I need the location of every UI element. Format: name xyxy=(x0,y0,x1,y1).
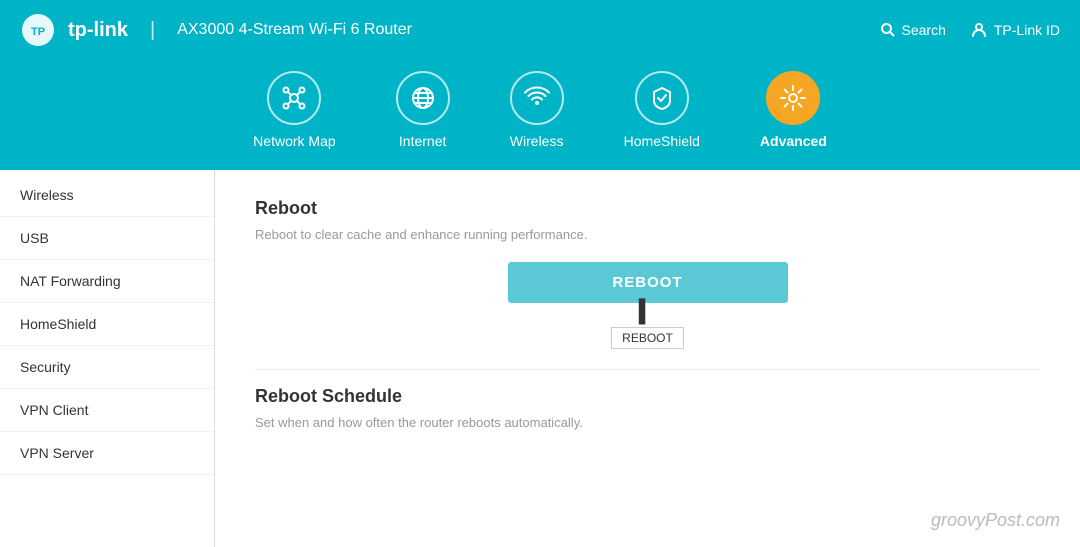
sidebar-item-security[interactable]: Security xyxy=(0,346,214,389)
reboot-tooltip: REBOOT xyxy=(611,327,684,349)
schedule-title: Reboot Schedule xyxy=(255,386,1040,407)
sidebar-item-vpn-server[interactable]: VPN Server xyxy=(0,432,214,475)
sidebar-item-wireless[interactable]: Wireless xyxy=(0,174,214,217)
nav-item-advanced[interactable]: Advanced xyxy=(760,71,827,149)
watermark: groovyPost.com xyxy=(931,510,1060,531)
nav-label-advanced: Advanced xyxy=(760,133,827,149)
sidebar-item-usb[interactable]: USB xyxy=(0,217,214,260)
nav-item-internet[interactable]: Internet xyxy=(396,71,450,149)
sidebar-item-vpn-client[interactable]: VPN Client xyxy=(0,389,214,432)
nav-label-homeshield: HomeShield xyxy=(624,133,700,149)
tplink-id-button[interactable]: TP-Link ID xyxy=(970,21,1060,39)
nav-icon-advanced xyxy=(766,71,820,125)
reboot-button[interactable]: REBOOT xyxy=(508,262,788,303)
brand-name: tp-link xyxy=(68,19,128,42)
header-divider: | xyxy=(150,19,155,42)
top-right-actions: Search TP-Link ID xyxy=(880,21,1060,39)
top-bar: TP tp-link | AX3000 4-Stream Wi-Fi 6 Rou… xyxy=(0,0,1080,60)
logo-area: TP tp-link | AX3000 4-Stream Wi-Fi 6 Rou… xyxy=(20,12,412,48)
tplink-logo: TP xyxy=(20,12,56,48)
search-button[interactable]: Search xyxy=(880,22,946,38)
section-divider xyxy=(255,369,1040,370)
nav-item-network-map[interactable]: Network Map xyxy=(253,71,335,149)
sidebar-item-nat-forwarding[interactable]: NAT Forwarding xyxy=(0,260,214,303)
nav-icon-homeshield xyxy=(635,71,689,125)
sidebar-item-homeshield[interactable]: HomeShield xyxy=(0,303,214,346)
main-wrapper: Wireless USB NAT Forwarding HomeShield S… xyxy=(0,170,1080,547)
reboot-desc: Reboot to clear cache and enhance runnin… xyxy=(255,227,1040,242)
search-label: Search xyxy=(902,22,946,38)
content-area: Reboot Reboot to clear cache and enhance… xyxy=(215,170,1080,547)
nav-label-internet: Internet xyxy=(399,133,446,149)
reboot-title: Reboot xyxy=(255,198,1040,219)
tplink-id-label: TP-Link ID xyxy=(994,22,1060,38)
nav-item-wireless[interactable]: Wireless xyxy=(510,71,564,149)
nav-icon-wireless xyxy=(510,71,564,125)
sidebar: Wireless USB NAT Forwarding HomeShield S… xyxy=(0,170,215,547)
nav-icon-network-map xyxy=(267,71,321,125)
nav-label-network-map: Network Map xyxy=(253,133,335,149)
nav-bar: Network Map Internet Wireless xyxy=(0,60,1080,170)
svg-text:TP: TP xyxy=(31,26,45,38)
nav-item-homeshield[interactable]: HomeShield xyxy=(624,71,700,149)
nav-label-wireless: Wireless xyxy=(510,133,564,149)
reboot-button-area: REBOOT ▍ REBOOT xyxy=(255,262,1040,349)
schedule-desc: Set when and how often the router reboot… xyxy=(255,415,1040,430)
cursor-icon: ▍ xyxy=(639,299,656,325)
nav-icon-internet xyxy=(396,71,450,125)
model-name: AX3000 4-Stream Wi-Fi 6 Router xyxy=(177,21,412,39)
